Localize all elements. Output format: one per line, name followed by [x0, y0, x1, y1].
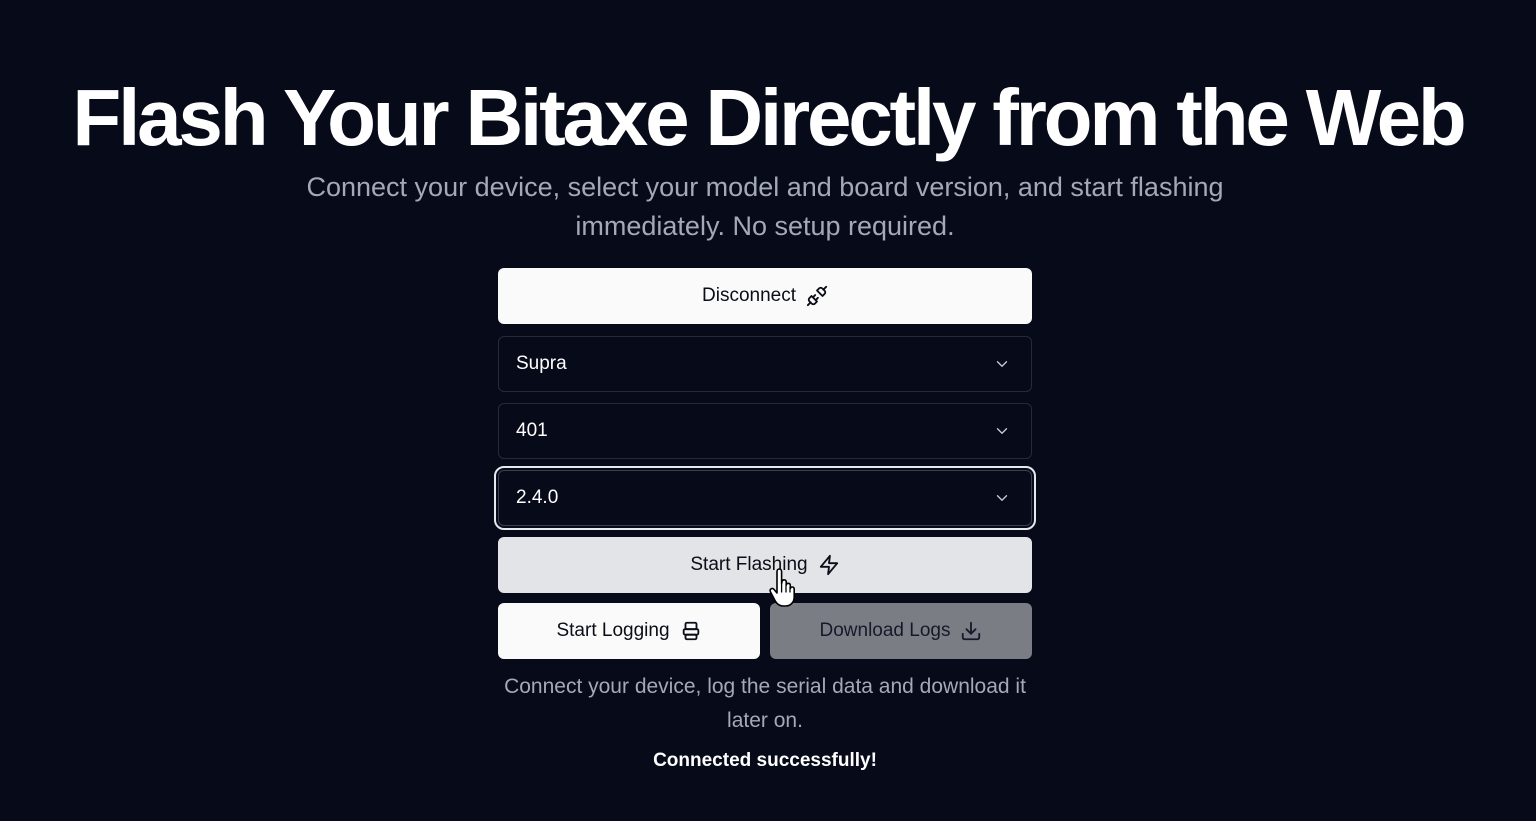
- model-select[interactable]: Supra: [498, 336, 1032, 392]
- disconnect-button[interactable]: Disconnect: [498, 268, 1032, 324]
- page-title: Flash Your Bitaxe Directly from the Web: [72, 73, 1466, 162]
- page: Flash Your Bitaxe Directly from the Web …: [0, 0, 1536, 821]
- start-flashing-label: Start Flashing: [690, 554, 808, 575]
- model-select-value: Supra: [516, 353, 567, 374]
- firmware-select[interactable]: 2.4.0: [494, 466, 1036, 530]
- chevron-down-icon: [996, 495, 1008, 501]
- chevron-down-icon: [996, 361, 1008, 367]
- download-logs-button[interactable]: Download Logs: [770, 603, 1032, 659]
- lightning-icon: [819, 554, 838, 576]
- chevron-down-icon: [996, 428, 1008, 434]
- status-message: Connected successfully!: [653, 750, 877, 771]
- printer-icon: [682, 621, 699, 641]
- unplug-icon: [806, 285, 828, 307]
- disconnect-label: Disconnect: [702, 285, 796, 306]
- board-select-value: 401: [516, 420, 548, 441]
- logging-hint: Connect your device, log the serial data…: [504, 675, 1026, 732]
- start-logging-button[interactable]: Start Logging: [498, 603, 760, 659]
- board-select[interactable]: 401: [498, 403, 1032, 459]
- start-flashing-button[interactable]: Start Flashing: [498, 537, 1032, 593]
- download-icon: [962, 621, 981, 641]
- page-subtitle: Connect your device, select your model a…: [306, 172, 1224, 241]
- download-logs-label: Download Logs: [819, 620, 951, 641]
- start-logging-label: Start Logging: [556, 620, 670, 641]
- firmware-select-value: 2.4.0: [516, 487, 559, 508]
